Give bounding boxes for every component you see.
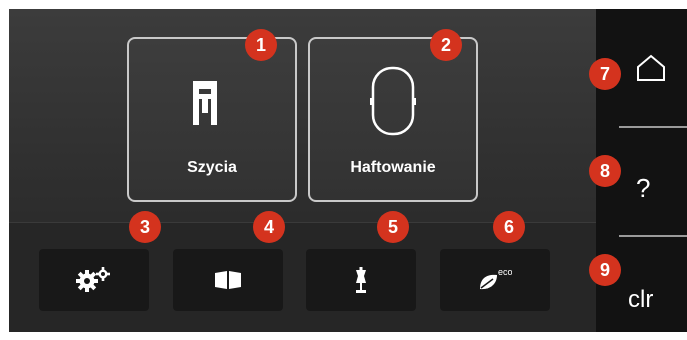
panel-divider — [619, 235, 687, 237]
book-icon — [215, 271, 241, 289]
sewing-mode-label: Szycia — [187, 159, 237, 176]
callout-badge: 2 — [430, 29, 462, 61]
panel-divider — [619, 126, 687, 128]
dress-form-icon — [356, 267, 366, 293]
embroidery-hoop-icon — [370, 66, 416, 136]
callout-badge: 6 — [493, 211, 525, 243]
embroidery-mode-tile[interactable]: Haftowanie — [308, 37, 478, 202]
callout-badge: 5 — [377, 211, 409, 243]
presser-foot-icon — [193, 81, 217, 125]
callout-badge: 3 — [129, 211, 161, 243]
help-label: ? — [636, 173, 651, 203]
callout-badge: 1 — [245, 29, 277, 61]
callout-badge: 4 — [253, 211, 285, 243]
main-area: Szycia Haftowanie eco — [9, 9, 596, 332]
settings-button[interactable] — [39, 249, 149, 311]
callout-badge: 9 — [589, 254, 621, 286]
callout-badge: 7 — [589, 58, 621, 90]
embroidery-mode-label: Haftowanie — [350, 159, 436, 176]
eco-mode-button[interactable]: eco — [440, 249, 550, 311]
sewing-mode-tile[interactable]: Szycia — [127, 37, 297, 202]
machine-screen: Szycia Haftowanie eco ? clr — [9, 9, 687, 332]
eco-leaf-icon: eco — [480, 267, 512, 290]
clear-label: clr — [628, 286, 654, 313]
eco-text: eco — [498, 267, 512, 277]
callout-badge: 8 — [589, 155, 621, 187]
settings-gears-icon — [76, 267, 110, 292]
home-icon — [637, 54, 665, 81]
guide-button[interactable] — [173, 249, 283, 311]
creative-consultant-button[interactable] — [306, 249, 416, 311]
